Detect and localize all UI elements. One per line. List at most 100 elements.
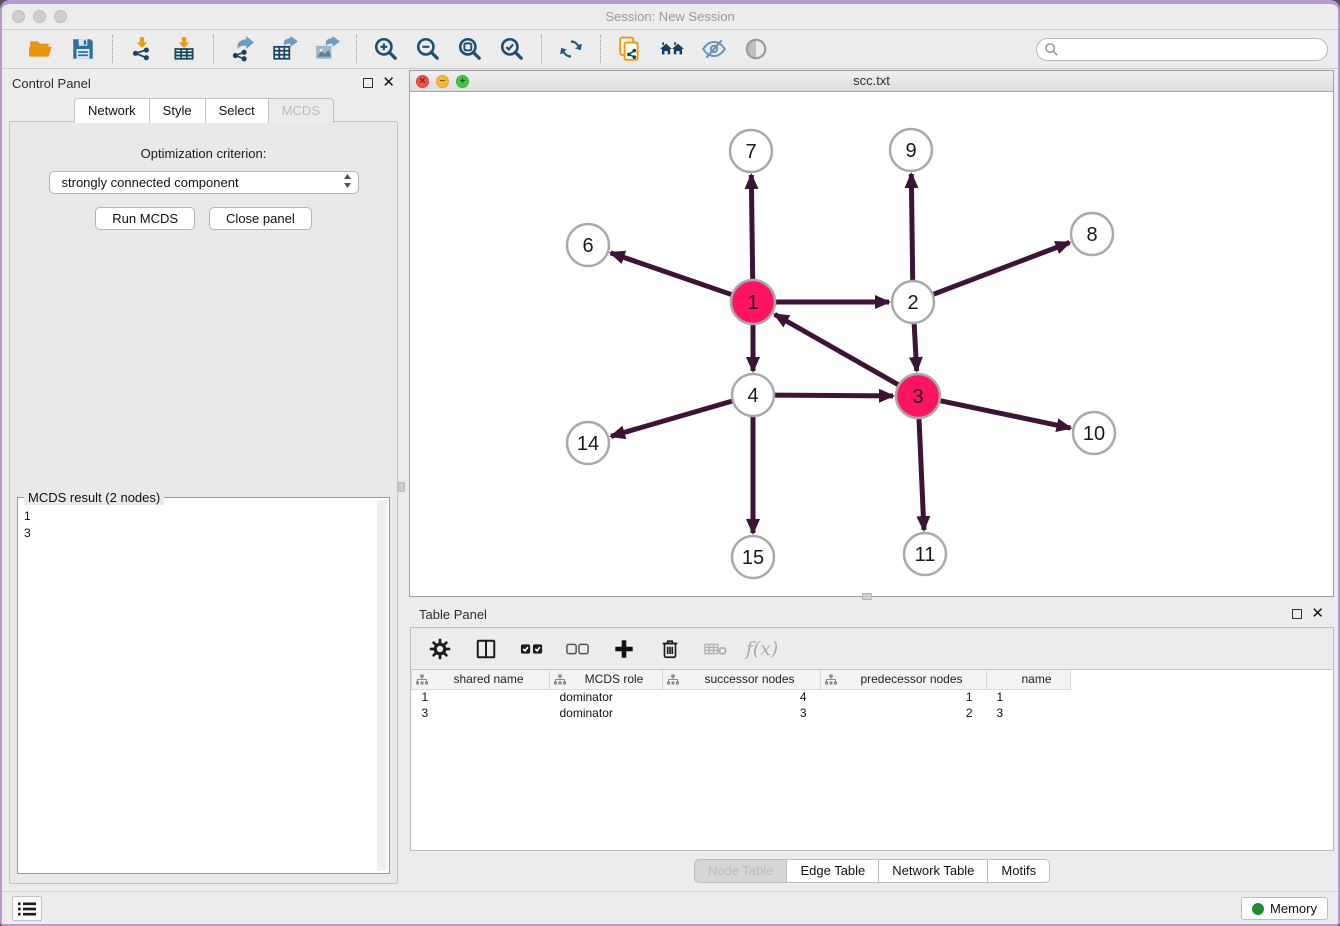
table-cell[interactable]: 3	[663, 705, 821, 721]
unselect-all-columns-icon[interactable]	[565, 636, 591, 662]
apply-layout-icon[interactable]	[556, 34, 586, 64]
create-column-plus-icon[interactable]	[611, 636, 637, 662]
birdseye-view-icon	[741, 34, 771, 64]
column-header-name[interactable]: name	[987, 670, 1071, 689]
network-window-titlebar[interactable]: ✕ − + scc.txt	[410, 71, 1333, 92]
import-table-icon[interactable]	[169, 34, 199, 64]
float-panel-icon[interactable]	[363, 78, 373, 88]
close-panel-icon[interactable]: ✕	[382, 78, 395, 88]
mcds-result-title: MCDS result (2 nodes)	[24, 490, 164, 505]
graph-svg: 7968124314101511	[410, 92, 1333, 597]
search-input-box[interactable]	[1036, 38, 1328, 61]
table-toolbar: f(x)	[411, 628, 1333, 670]
panel-splitter-handle[interactable]	[398, 482, 405, 492]
network-title: scc.txt	[410, 71, 1333, 91]
tab-style[interactable]: Style	[149, 98, 206, 123]
show-column-panel-icon[interactable]	[473, 636, 499, 662]
delete-column-trash-icon[interactable]	[657, 636, 683, 662]
canvas-splitter-handle[interactable]	[862, 593, 872, 600]
zoom-in-icon[interactable]	[371, 34, 401, 64]
zoom-selected-icon[interactable]	[497, 34, 527, 64]
graph-edge-4-3[interactable]	[774, 395, 893, 396]
graph-node-label-14: 14	[577, 433, 599, 455]
graph-edge-2-3[interactable]	[914, 323, 917, 371]
zoom-out-icon[interactable]	[413, 34, 443, 64]
graph-edge-3-10[interactable]	[940, 401, 1071, 429]
hide-graphics-details-icon[interactable]	[699, 34, 729, 64]
network-close-button[interactable]: ✕	[416, 75, 429, 88]
column-tree-icon	[667, 674, 679, 689]
graph-edge-2-8[interactable]	[933, 243, 1070, 295]
column-header-successor-nodes[interactable]: successor nodes	[663, 670, 821, 689]
graph-edge-2-9[interactable]	[911, 174, 912, 281]
graph-node-label-2: 2	[907, 292, 918, 314]
window-controls	[12, 10, 67, 23]
tab-network-table[interactable]: Network Table	[878, 859, 988, 883]
table-cell[interactable]: 4	[663, 689, 821, 705]
network-maximize-button[interactable]: +	[456, 75, 469, 88]
table-cell[interactable]: 3	[412, 705, 550, 721]
zoom-fit-icon[interactable]	[455, 34, 485, 64]
column-header-shared-name[interactable]: shared name	[412, 670, 550, 689]
network-overview-icon[interactable]	[657, 34, 687, 64]
tab-edge-table[interactable]: Edge Table	[786, 859, 879, 883]
table-row[interactable]: 3dominator323	[412, 705, 1071, 721]
network-canvas[interactable]: 7968124314101511	[410, 92, 1333, 596]
table-cell[interactable]: 1	[987, 689, 1071, 705]
network-minimize-button[interactable]: −	[436, 75, 449, 88]
search-input[interactable]	[1059, 41, 1327, 59]
tab-node-table[interactable]: Node Table	[694, 859, 788, 883]
column-tree-icon	[416, 674, 428, 689]
graph-edge-3-1[interactable]	[775, 314, 899, 385]
control-panel-tabs: Network Style Select MCDS	[2, 98, 405, 123]
float-table-panel-icon[interactable]	[1292, 609, 1302, 619]
close-panel-button[interactable]: Close panel	[209, 207, 312, 230]
graph-edge-1-7[interactable]	[751, 175, 752, 280]
export-network-icon[interactable]	[228, 34, 258, 64]
graph-edge-3-11[interactable]	[919, 418, 924, 530]
criterion-select[interactable]: strongly connected component	[49, 171, 359, 194]
mcds-tab-content: Optimization criterion: strongly connect…	[9, 121, 398, 884]
column-header-predecessor-nodes[interactable]: predecessor nodes	[821, 670, 987, 689]
minimize-window-button[interactable]	[33, 10, 46, 23]
table-cell[interactable]: 1	[821, 689, 987, 705]
optimization-criterion-label: Optimization criterion:	[10, 146, 397, 161]
clone-network-icon[interactable]	[615, 34, 645, 64]
memory-button[interactable]: Memory	[1241, 897, 1328, 920]
table-cell[interactable]: dominator	[550, 689, 663, 705]
result-scrollbar[interactable]	[377, 500, 387, 871]
table-cell[interactable]: 1	[412, 689, 550, 705]
titlebar: Session: New Session	[2, 4, 1338, 30]
open-session-icon[interactable]	[26, 34, 56, 64]
import-network-icon[interactable]	[127, 34, 157, 64]
select-all-columns-icon[interactable]	[519, 636, 545, 662]
task-history-button[interactable]	[12, 896, 42, 921]
close-table-panel-icon[interactable]: ✕	[1311, 609, 1324, 619]
export-table-icon[interactable]	[270, 34, 300, 64]
tab-motifs[interactable]: Motifs	[987, 859, 1050, 883]
column-header-mcds-role[interactable]: MCDS role	[550, 670, 663, 689]
export-image-icon[interactable]	[312, 34, 342, 64]
control-panel: Control Panel ✕ Network Style Select MCD…	[2, 70, 405, 890]
graph-edge-1-6[interactable]	[611, 253, 733, 295]
table-cell[interactable]: 3	[987, 705, 1071, 721]
tab-network[interactable]: Network	[74, 98, 150, 123]
mcds-result-text[interactable]: 1 3	[24, 508, 377, 871]
tab-select[interactable]: Select	[205, 98, 269, 123]
tab-mcds[interactable]: MCDS	[268, 98, 334, 123]
main-area: Control Panel ✕ Network Style Select MCD…	[2, 70, 1338, 891]
table-settings-gear-icon[interactable]	[427, 636, 453, 662]
network-view-window: ✕ − + scc.txt 7968124314101511	[409, 70, 1334, 597]
run-mcds-button[interactable]: Run MCDS	[95, 207, 195, 230]
table-cell[interactable]: 2	[821, 705, 987, 721]
task-list-icon	[18, 902, 36, 916]
graph-edge-4-14[interactable]	[611, 401, 733, 436]
table-cell[interactable]: dominator	[550, 705, 663, 721]
search-field-wrap	[1036, 38, 1328, 61]
graph-node-label-7: 7	[745, 141, 756, 163]
result-line: 1	[24, 508, 377, 525]
table-row[interactable]: 1dominator411	[412, 689, 1071, 705]
close-window-button[interactable]	[12, 10, 25, 23]
save-session-icon[interactable]	[68, 34, 98, 64]
zoom-window-button[interactable]	[54, 10, 67, 23]
